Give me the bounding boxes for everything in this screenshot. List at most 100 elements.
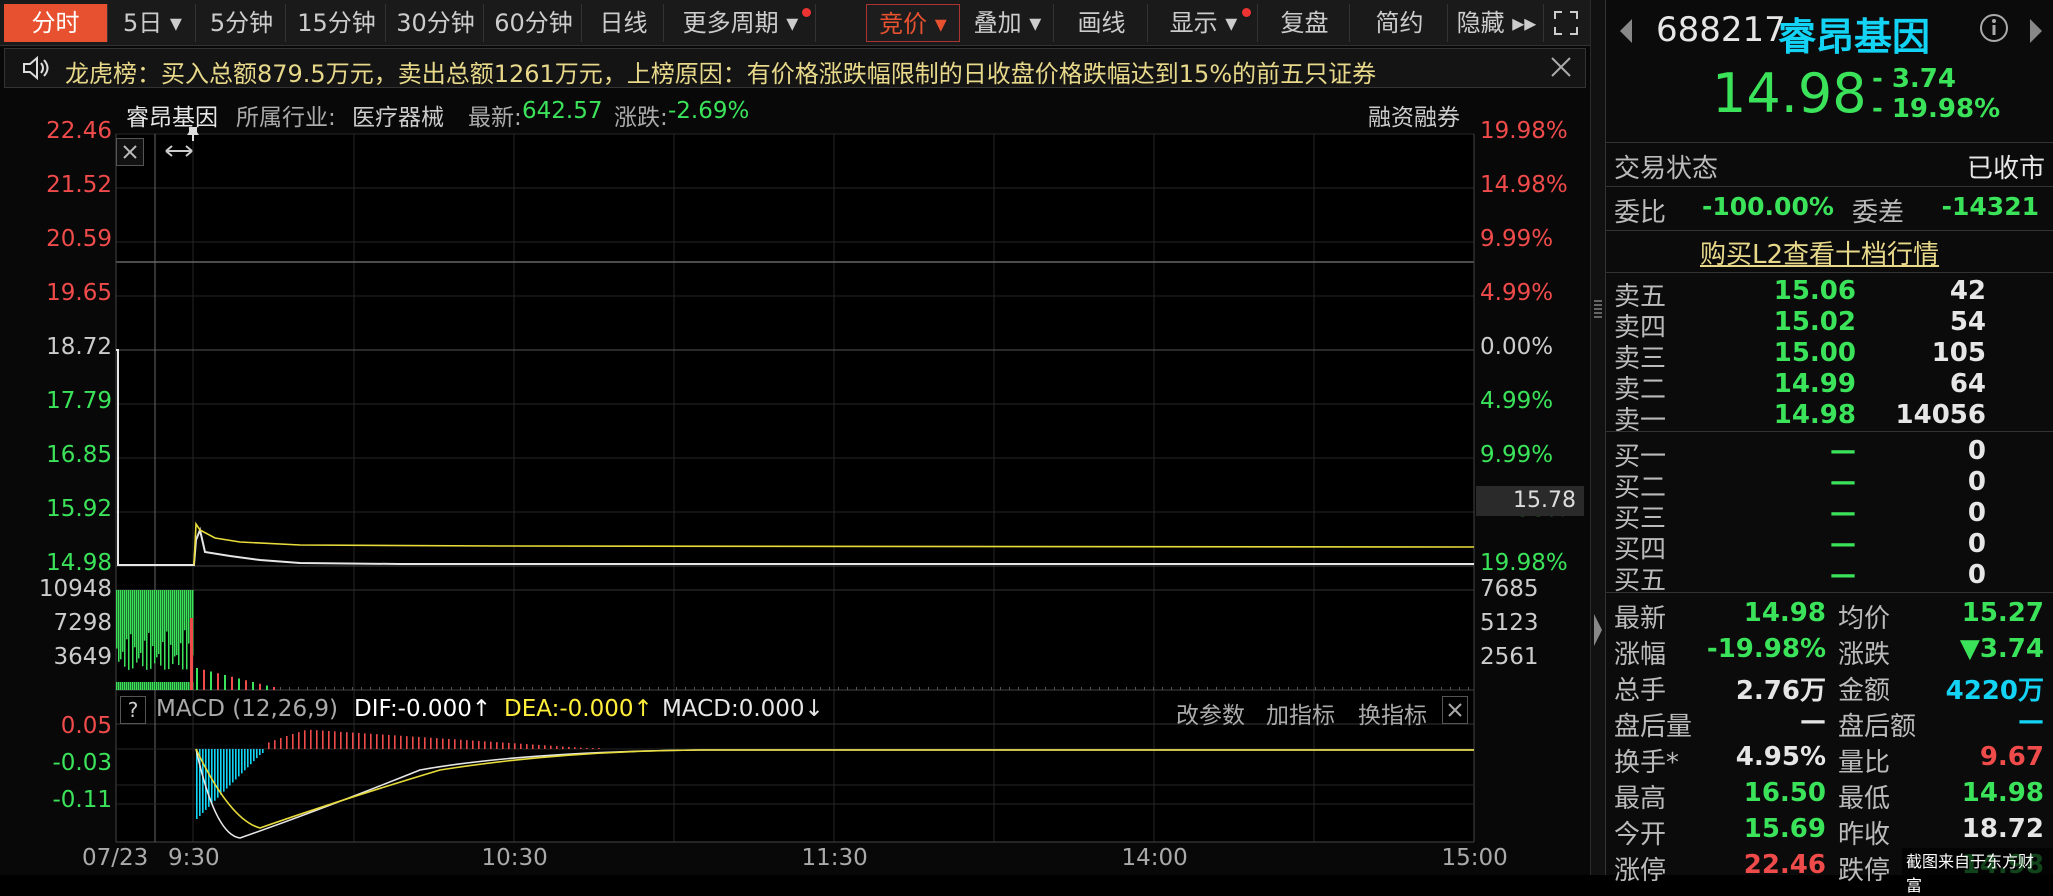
info-icon[interactable] bbox=[1978, 12, 2010, 48]
current-price: 14.98 bbox=[1712, 62, 1867, 125]
stat-value: 18.72 bbox=[1961, 814, 2044, 844]
stat-label: 最新 bbox=[1614, 604, 1667, 634]
macd-help-button[interactable]: ? bbox=[120, 696, 146, 724]
chart-close-icon[interactable] bbox=[116, 138, 144, 166]
price-change-pct: - 19.98% bbox=[1872, 94, 2001, 124]
stat-row: 总手 2.76万 金额 4220万 bbox=[1606, 670, 2053, 706]
stat-row: 盘后量 — 盘后额 — bbox=[1606, 706, 2053, 742]
price-tick-right: 4.99% bbox=[1480, 388, 1554, 414]
intraday-chart[interactable] bbox=[0, 0, 1590, 875]
stat-value: — bbox=[1800, 706, 1826, 736]
bid-volume: 0 bbox=[1967, 498, 1986, 528]
chart-panel: 分时 5日 ▾ 5分钟 15分钟 30分钟 60分钟 日线 更多周期 ▾ 竞价 … bbox=[0, 0, 1590, 875]
price-tick-right: 19.98% bbox=[1480, 118, 1568, 144]
stat-label: 涨跌 bbox=[1838, 640, 1891, 670]
price-tick-left: 21.52 bbox=[46, 172, 112, 198]
stat-value: 2.76万 bbox=[1735, 676, 1826, 706]
macd-close-icon[interactable] bbox=[1442, 696, 1468, 724]
bid-volume: 0 bbox=[1967, 467, 1986, 497]
bid-row[interactable]: 买二 —0 bbox=[1606, 467, 2053, 503]
price-tick-right: 19.98% bbox=[1480, 550, 1568, 576]
stat-label: 均价 bbox=[1838, 604, 1891, 634]
bid-row[interactable]: 买五 —0 bbox=[1606, 560, 2053, 596]
price-tick-left: 17.79 bbox=[46, 388, 112, 414]
stat-value: 15.69 bbox=[1743, 814, 1826, 844]
price-tick-left: 18.72 bbox=[46, 334, 112, 360]
macd-tick-left: -0.11 bbox=[52, 787, 112, 813]
ask-price: 14.99 bbox=[1773, 369, 1856, 399]
stock-code: 688217 bbox=[1656, 10, 1786, 50]
stat-value: 4220万 bbox=[1945, 676, 2044, 706]
stat-label: 总手 bbox=[1614, 676, 1667, 706]
bid-row[interactable]: 买一 —0 bbox=[1606, 436, 2053, 472]
price-tick-right: 9.99% bbox=[1480, 442, 1554, 468]
trade-status-value: 已收市 bbox=[1966, 154, 2045, 184]
price-tick-left: 16.85 bbox=[46, 442, 112, 468]
stat-label: 换手* bbox=[1614, 748, 1680, 778]
ask-row[interactable]: 卖三 15.00 105 bbox=[1606, 338, 2053, 374]
ask-row[interactable]: 卖五 15.06 42 bbox=[1606, 276, 2053, 312]
chart-grid bbox=[115, 133, 1475, 843]
ask-row[interactable]: 卖四 15.02 54 bbox=[1606, 307, 2053, 343]
macd-dif: DIF:-0.000↑ bbox=[354, 696, 492, 722]
time-tick: 9:30 bbox=[168, 845, 220, 871]
volume-tick-left: 3649 bbox=[53, 644, 112, 670]
stat-value: ▼3.74 bbox=[1959, 634, 2044, 664]
pin-icon bbox=[186, 126, 200, 142]
switch-indicator-button[interactable]: 换指标 bbox=[1358, 696, 1427, 730]
ask-volume: 64 bbox=[1949, 369, 1986, 399]
ask-row[interactable]: 卖二 14.99 64 bbox=[1606, 369, 2053, 405]
bid-price: — bbox=[1830, 560, 1856, 590]
prev-stock-icon[interactable] bbox=[1616, 16, 1636, 50]
panel-splitter[interactable] bbox=[1590, 0, 1605, 875]
price-tick-right: 4.99% bbox=[1480, 280, 1554, 306]
ask-price: 15.02 bbox=[1773, 307, 1856, 337]
change-params-button[interactable]: 改参数 bbox=[1176, 696, 1245, 730]
stat-value: -19.98% bbox=[1706, 634, 1826, 664]
price-tick-right: 9.99% bbox=[1480, 226, 1554, 252]
stat-row: 最高 16.50 最低 14.98 bbox=[1606, 778, 2053, 814]
stat-value: 4.95% bbox=[1735, 742, 1826, 772]
price-tick-left: 19.65 bbox=[46, 280, 112, 306]
bid-price: — bbox=[1830, 467, 1856, 497]
price-tick-left: 22.46 bbox=[46, 118, 112, 144]
volume-tick-left: 7298 bbox=[53, 610, 112, 636]
price-tick-right: 14.98% bbox=[1480, 172, 1568, 198]
macd-tick-left: -0.03 bbox=[52, 750, 112, 776]
price-change: - 3.74 bbox=[1872, 64, 1956, 94]
stat-value: 22.46 bbox=[1743, 850, 1826, 880]
collapse-arrow-icon[interactable] bbox=[1592, 600, 1604, 660]
stat-label: 涨停 bbox=[1614, 856, 1667, 886]
order-ratio-value: -100.00% bbox=[1702, 192, 1834, 221]
time-tick: 11:30 bbox=[801, 845, 868, 871]
l2-purchase-link[interactable]: 购买L2查看十档行情 bbox=[1700, 234, 1939, 271]
ask-volume: 42 bbox=[1949, 276, 1986, 306]
trade-status-label: 交易状态 bbox=[1614, 154, 1719, 184]
price-tick-left: 20.59 bbox=[46, 226, 112, 252]
time-tick: 15:00 bbox=[1441, 845, 1508, 871]
time-tick: 07/23 bbox=[82, 845, 149, 871]
next-stock-icon[interactable] bbox=[2026, 16, 2046, 50]
macd-tick-left: 0.05 bbox=[60, 713, 112, 739]
order-diff-label: 委差 bbox=[1852, 198, 1905, 228]
bid-row[interactable]: 买三 —0 bbox=[1606, 498, 2053, 534]
stat-row: 最新 14.98 均价 15.27 bbox=[1606, 598, 2053, 634]
bid-row[interactable]: 买四 —0 bbox=[1606, 529, 2053, 565]
add-indicator-button[interactable]: 加指标 bbox=[1266, 696, 1335, 730]
price-tick-right: 0.00% bbox=[1480, 334, 1554, 360]
bid-volume: 0 bbox=[1967, 529, 1986, 559]
ask-row[interactable]: 卖一 14.98 14056 bbox=[1606, 400, 2053, 436]
stat-label: 最低 bbox=[1838, 784, 1891, 814]
stat-label: 金额 bbox=[1838, 676, 1891, 706]
time-tick: 14:00 bbox=[1121, 845, 1188, 871]
stat-label: 今开 bbox=[1614, 820, 1667, 850]
stat-value: 15.27 bbox=[1961, 598, 2044, 628]
macd-title: MACD (12,26,9) bbox=[156, 696, 338, 722]
price-tick-left: 15.92 bbox=[46, 496, 112, 522]
volume-tick-right: 7685 bbox=[1480, 576, 1539, 602]
stat-value: 16.50 bbox=[1743, 778, 1826, 808]
stat-value: 9.67 bbox=[1979, 742, 2044, 772]
price-tick-left: 14.98 bbox=[46, 550, 112, 576]
bid-price: — bbox=[1830, 436, 1856, 466]
ask-price: 15.06 bbox=[1773, 276, 1856, 306]
